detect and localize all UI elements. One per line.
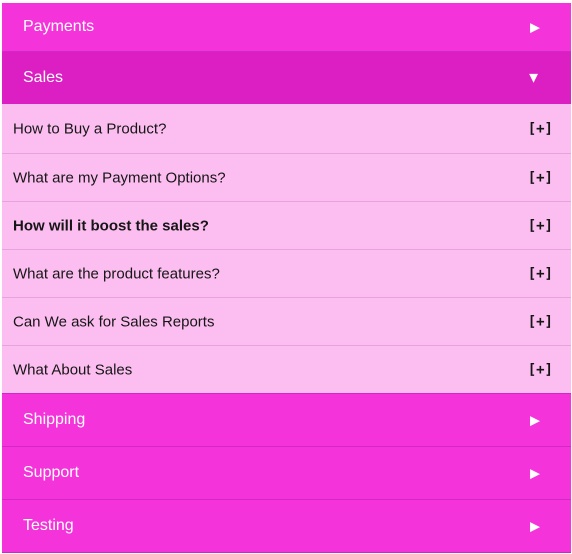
faq-item[interactable]: What are the product features? [+]	[2, 249, 571, 297]
faq-question: What About Sales	[13, 361, 133, 378]
faq-item[interactable]: What About Sales [+]	[2, 345, 571, 393]
expand-toggle-icon[interactable]: [+]	[528, 362, 553, 378]
section-header-support[interactable]: Support ▶	[2, 446, 571, 499]
expand-toggle-icon[interactable]: [+]	[528, 218, 553, 234]
chevron-right-icon: ▶	[530, 518, 540, 534]
faq-question: What are my Payment Options?	[13, 169, 226, 186]
section-title: Sales	[23, 69, 64, 86]
chevron-down-icon: ▼	[526, 69, 541, 87]
chevron-right-icon: ▶	[530, 465, 540, 481]
section-title: Testing	[23, 517, 74, 534]
faq-item[interactable]: What are my Payment Options? [+]	[2, 153, 571, 201]
faq-question: How to Buy a Product?	[13, 120, 167, 137]
faq-item[interactable]: How will it boost the sales? [+]	[2, 201, 571, 249]
section-title: Support	[23, 464, 80, 481]
faq-accordion: Payments ▶ Sales ▼ How to Buy a Product?…	[2, 3, 571, 553]
chevron-right-icon: ▶	[530, 412, 540, 428]
expand-toggle-icon[interactable]: [+]	[528, 314, 553, 330]
section-header-sales[interactable]: Sales ▼	[2, 51, 571, 104]
section-title: Shipping	[23, 411, 86, 428]
faq-item[interactable]: How to Buy a Product? [+]	[2, 104, 571, 153]
expand-toggle-icon[interactable]: [+]	[528, 266, 553, 282]
faq-question: What are the product features?	[13, 265, 220, 282]
section-header-shipping[interactable]: Shipping ▶	[2, 393, 571, 446]
faq-question: How will it boost the sales?	[13, 217, 209, 234]
section-title: Payments	[23, 18, 95, 35]
faq-item[interactable]: Can We ask for Sales Reports [+]	[2, 297, 571, 345]
chevron-right-icon: ▶	[530, 19, 540, 35]
faq-question: Can We ask for Sales Reports	[13, 313, 215, 330]
expand-toggle-icon[interactable]: [+]	[528, 170, 553, 186]
section-header-payments[interactable]: Payments ▶	[2, 3, 571, 51]
expand-toggle-icon[interactable]: [+]	[528, 121, 553, 137]
section-header-testing[interactable]: Testing ▶	[2, 499, 571, 552]
section-body-sales: How to Buy a Product? [+] What are my Pa…	[2, 104, 571, 393]
